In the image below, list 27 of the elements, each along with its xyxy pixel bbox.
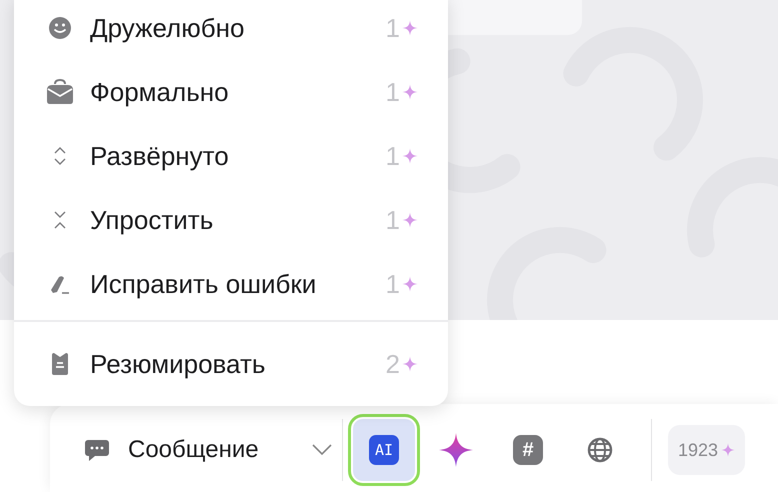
sparkle-icon — [402, 148, 418, 164]
expand-icon — [52, 146, 68, 166]
sparkle-icon — [402, 356, 418, 372]
pencil-icon — [49, 273, 71, 295]
chevron-down-icon — [312, 444, 332, 456]
sparkle-icon — [402, 276, 418, 292]
sparkle-icon — [402, 20, 418, 36]
smiley-icon — [48, 16, 72, 40]
credits-badge: 1923 — [668, 425, 746, 475]
sparkle-icon — [402, 84, 418, 100]
clipboard-icon — [49, 352, 71, 376]
sparkle-icon — [438, 432, 474, 468]
bag-icon — [45, 78, 75, 106]
message-type-dropdown[interactable]: Сообщение — [84, 436, 332, 464]
menu-item[interactable]: Упростить 1 — [14, 188, 448, 252]
sparkle-icon — [402, 212, 418, 228]
menu-item[interactable]: Резюмировать 2 — [14, 332, 448, 396]
globe-icon — [586, 436, 614, 464]
collapse-icon — [52, 210, 68, 230]
menu-item[interactable]: Развёрнуто 1 — [14, 124, 448, 188]
menu-item[interactable]: Исправить ошибки 1 — [14, 252, 448, 316]
menu-item[interactable]: Формально 1 — [14, 60, 448, 124]
hashtag-button[interactable]: # — [497, 419, 559, 481]
chat-bubble-icon — [84, 438, 110, 462]
ai-button[interactable]: AI — [353, 419, 415, 481]
sparkle-icon — [721, 443, 736, 457]
menu-item[interactable]: Дружелюбно 1 — [14, 0, 448, 60]
